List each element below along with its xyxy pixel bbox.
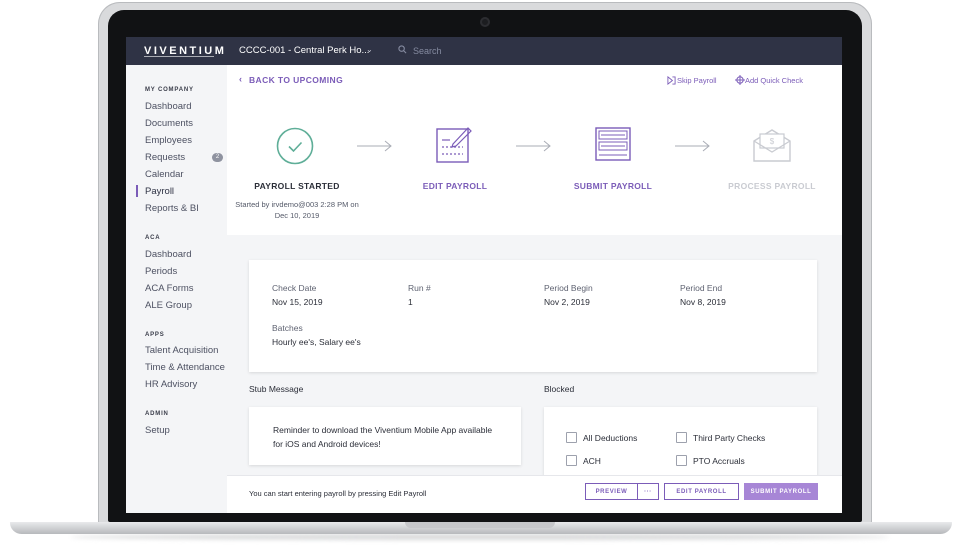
run-value: 1 bbox=[408, 297, 413, 307]
laptop-shadow bbox=[70, 534, 890, 540]
sidebar-item-requests[interactable]: Requests bbox=[145, 152, 185, 163]
sidebar-item-calendar[interactable]: Calendar bbox=[145, 169, 184, 180]
arrow-right-icon bbox=[516, 140, 551, 152]
checkbox-all-deductions[interactable] bbox=[566, 432, 577, 443]
run-label: Run # bbox=[408, 283, 431, 293]
more-options-button[interactable]: ··· bbox=[637, 483, 659, 500]
top-bar: VIVENTIUM CCCC-001 - Central Perk Ho... … bbox=[126, 37, 842, 65]
logo-underline bbox=[144, 56, 214, 57]
active-indicator bbox=[136, 185, 138, 197]
sidebar-item-ale-group[interactable]: ALE Group bbox=[145, 300, 192, 311]
payroll-details-card: Check Date Nov 15, 2019 Run # 1 Period B… bbox=[249, 260, 817, 372]
step-edit-payroll[interactable]: EDIT PAYROLL bbox=[385, 181, 525, 191]
action-footer: You can start entering payroll by pressi… bbox=[227, 475, 842, 513]
sidebar-item-employees[interactable]: Employees bbox=[145, 135, 192, 146]
stub-message-box[interactable]: Reminder to download the Viventium Mobil… bbox=[249, 407, 521, 465]
step-started-meta: Started by irvdemo@003 2:28 PM on Dec 10… bbox=[227, 199, 367, 221]
search-icon bbox=[398, 45, 407, 54]
add-check-icon[interactable] bbox=[735, 75, 745, 85]
checkbox-ach[interactable] bbox=[566, 455, 577, 466]
pto-accruals-label[interactable]: PTO Accruals bbox=[693, 456, 745, 466]
ach-label[interactable]: ACH bbox=[583, 456, 601, 466]
sidebar: MY COMPANY Dashboard Documents Employees… bbox=[126, 65, 226, 513]
step-submit-payroll[interactable]: SUBMIT PAYROLL bbox=[543, 181, 683, 191]
main-content: ‹ BACK TO UPCOMING Skip Payroll Add Quic… bbox=[227, 65, 842, 513]
sidebar-item-aca-forms[interactable]: ACA Forms bbox=[145, 283, 194, 294]
period-begin-label: Period Begin bbox=[544, 283, 593, 293]
chevron-down-icon[interactable]: ⌄ bbox=[366, 45, 373, 54]
started-date-text: Dec 10, 2019 bbox=[274, 211, 320, 220]
company-selector[interactable]: CCCC-001 - Central Perk Ho... bbox=[239, 45, 369, 56]
check-date-label: Check Date bbox=[272, 283, 317, 293]
stub-message-text: Reminder to download the Viventium Mobil… bbox=[273, 425, 493, 449]
all-deductions-label[interactable]: All Deductions bbox=[583, 433, 637, 443]
check-circle-icon bbox=[276, 127, 314, 165]
laptop-notch bbox=[405, 522, 555, 528]
sidebar-item-documents[interactable]: Documents bbox=[145, 118, 193, 129]
sidebar-item-dashboard[interactable]: Dashboard bbox=[145, 101, 191, 112]
checkbox-third-party-checks[interactable] bbox=[676, 432, 687, 443]
batches-value: Hourly ee's, Salary ee's bbox=[272, 337, 361, 347]
back-to-upcoming-link[interactable]: BACK TO UPCOMING bbox=[249, 75, 343, 85]
edit-form-icon[interactable] bbox=[435, 124, 473, 164]
footer-message: You can start entering payroll by pressi… bbox=[249, 489, 427, 498]
sidebar-item-hr-advisory[interactable]: HR Advisory bbox=[145, 379, 197, 390]
submit-payroll-button[interactable]: SUBMIT PAYROLL bbox=[744, 483, 818, 500]
payroll-steps: PAYROLL STARTED Started by irvdemo@003 2… bbox=[227, 95, 842, 236]
camera-icon bbox=[480, 17, 490, 27]
check-date-value: Nov 15, 2019 bbox=[272, 297, 323, 307]
section-title-apps: APPS bbox=[145, 332, 165, 338]
section-title-my-company: MY COMPANY bbox=[145, 87, 194, 93]
batches-label: Batches bbox=[272, 323, 303, 333]
blocked-title: Blocked bbox=[544, 384, 575, 394]
submit-ledger-icon[interactable] bbox=[594, 125, 632, 163]
sidebar-item-payroll[interactable]: Payroll bbox=[145, 186, 174, 197]
step-process-payroll: PROCESS PAYROLL bbox=[728, 181, 816, 191]
skip-payroll-link[interactable]: Skip Payroll bbox=[677, 76, 717, 85]
period-end-label: Period End bbox=[680, 283, 723, 293]
sidebar-item-periods[interactable]: Periods bbox=[145, 266, 177, 277]
requests-badge: 2 bbox=[212, 153, 223, 162]
stub-message-title: Stub Message bbox=[249, 384, 304, 394]
envelope-money-icon: $ bbox=[753, 129, 791, 162]
skip-icon[interactable] bbox=[667, 76, 676, 85]
sidebar-item-aca-dashboard[interactable]: Dashboard bbox=[145, 249, 191, 260]
svg-text:$: $ bbox=[770, 137, 775, 146]
third-party-checks-label[interactable]: Third Party Checks bbox=[693, 433, 765, 443]
app-screen: VIVENTIUM CCCC-001 - Central Perk Ho... … bbox=[126, 37, 842, 513]
chevron-left-icon[interactable]: ‹ bbox=[239, 74, 242, 84]
preview-button[interactable]: PREVIEW bbox=[585, 483, 638, 500]
add-quick-check-link[interactable]: Add Quick Check bbox=[745, 76, 803, 85]
sidebar-item-talent[interactable]: Talent Acquisition bbox=[145, 345, 218, 356]
edit-payroll-button[interactable]: EDIT PAYROLL bbox=[664, 483, 739, 500]
step-payroll-started: PAYROLL STARTED bbox=[254, 181, 340, 191]
payroll-content: Check Date Nov 15, 2019 Run # 1 Period B… bbox=[227, 235, 842, 513]
section-title-aca: ACA bbox=[145, 235, 161, 241]
arrow-right-icon bbox=[357, 140, 392, 152]
sidebar-item-time[interactable]: Time & Attendance bbox=[145, 362, 225, 373]
started-by-text: Started by irvdemo@003 2:28 PM on bbox=[235, 200, 359, 209]
period-begin-value: Nov 2, 2019 bbox=[544, 297, 590, 307]
period-end-value: Nov 8, 2019 bbox=[680, 297, 726, 307]
checkbox-pto-accruals[interactable] bbox=[676, 455, 687, 466]
sidebar-item-reports[interactable]: Reports & BI bbox=[145, 203, 199, 214]
section-title-admin: ADMIN bbox=[145, 411, 169, 417]
arrow-right-icon bbox=[675, 140, 710, 152]
search-input[interactable] bbox=[413, 44, 573, 58]
sidebar-item-setup[interactable]: Setup bbox=[145, 425, 170, 436]
